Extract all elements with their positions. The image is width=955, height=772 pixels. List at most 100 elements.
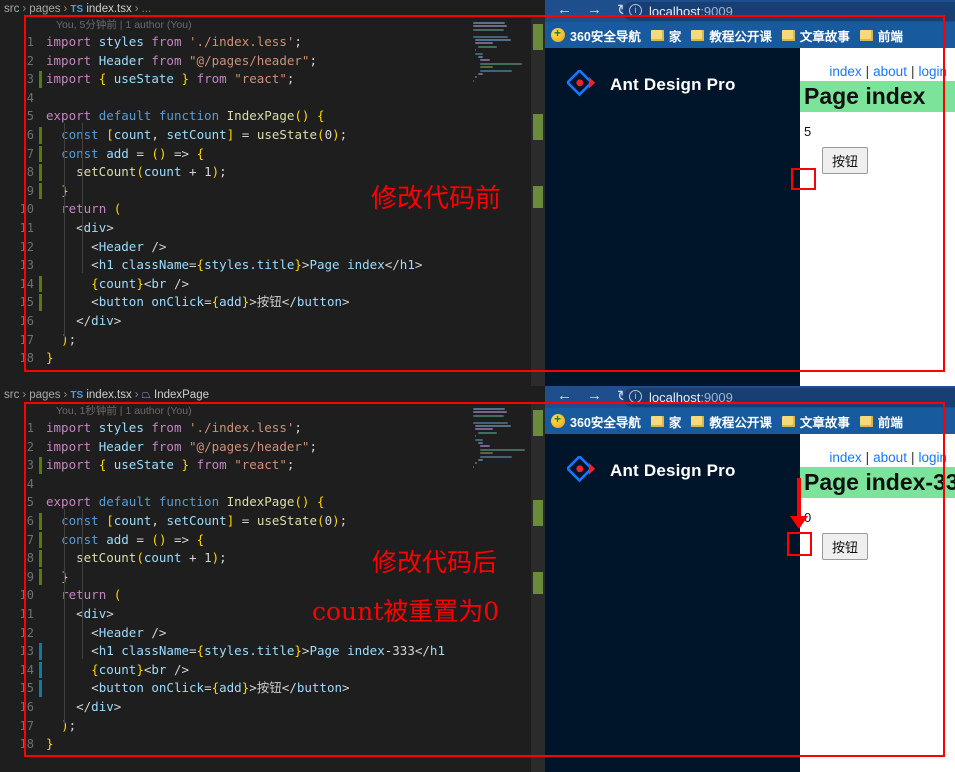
line-number: 9	[26, 569, 34, 584]
code-area-bottom[interactable]: 1 import styles from './index.less'; 2 impo…	[0, 404, 545, 772]
nav-link-about[interactable]: about	[873, 64, 907, 79]
breadcrumb-file[interactable]: index.tsx	[86, 389, 131, 401]
bookmark-label: 360安全导航	[570, 415, 641, 430]
code-text: }	[46, 736, 54, 752]
code-line[interactable]: 3 import { useState } from "react";	[0, 456, 469, 475]
code-line[interactable]: 17 );	[0, 331, 469, 350]
app-content-bottom: index | about | login Page index-333 0 按钮	[800, 434, 955, 772]
line-number: 1	[26, 35, 34, 49]
code-text: </div>	[76, 698, 122, 714]
bookmark-item[interactable]: 家	[650, 412, 681, 431]
app-content-top: index | about | login Page index 5 按钮	[800, 48, 955, 386]
bookmark-item[interactable]: 360安全导航	[551, 412, 641, 431]
code-text: return (	[61, 587, 122, 603]
code-line[interactable]: 2 import Header from "@/pages/header";	[0, 438, 469, 457]
bookmark-item[interactable]: 家	[650, 26, 681, 45]
app-sidebar-top: Ant Design Pro	[545, 48, 800, 386]
nav-link-about[interactable]: about	[873, 450, 907, 465]
code-line[interactable]: 4	[0, 89, 469, 108]
code-line[interactable]: 7 const add = () => {	[0, 145, 469, 164]
code-line[interactable]: 6 const [count, setCount] = useState(0);	[0, 512, 469, 531]
info-circle-icon[interactable]: i	[629, 390, 642, 403]
line-number: 14	[19, 662, 34, 677]
bookmarks-bar-bottom[interactable]: 360安全导航 家 教程公开课 文章故事 前端	[545, 408, 955, 434]
annotation-after-label: 修改代码后	[372, 548, 498, 577]
code-line[interactable]: 13 <h1 className={styles.title}>Page ind…	[0, 256, 469, 275]
code-text: <div>	[76, 219, 114, 235]
breadcrumb-pages[interactable]: pages	[29, 3, 60, 15]
bookmark-item[interactable]: 文章故事	[781, 412, 850, 431]
url-host: localhost	[649, 4, 701, 19]
code-line[interactable]: 16 </div>	[0, 312, 469, 331]
code-line[interactable]: 14 {count}<br />	[0, 661, 469, 680]
breadcrumb-bottom[interactable]: src › pages › TS index.tsx › ⏢ IndexPage	[0, 386, 545, 404]
code-line[interactable]: 16 </div>	[0, 698, 469, 717]
info-circle-icon[interactable]: i	[629, 4, 642, 17]
code-line[interactable]: 11 <div>	[0, 219, 469, 238]
minimap-line	[475, 462, 478, 465]
bookmark-item[interactable]: 教程公开课	[691, 412, 772, 431]
bookmark-item[interactable]: 文章故事	[781, 26, 850, 45]
bookmark-item[interactable]: 360安全导航	[551, 26, 641, 45]
bookmark-item[interactable]: 教程公开课	[691, 26, 772, 45]
code-line[interactable]: 13 <h1 className={styles.title}>Page ind…	[0, 642, 469, 661]
code-line[interactable]: 6 const [count, setCount] = useState(0);	[0, 126, 469, 145]
page-nav-bottom[interactable]: index | about | login	[800, 434, 955, 467]
code-line[interactable]: 5 export default function IndexPage() {	[0, 107, 469, 126]
back-icon[interactable]: ←	[557, 1, 572, 18]
git-added-marker	[39, 71, 42, 88]
bookmark-label: 前端	[877, 415, 903, 430]
breadcrumb-src[interactable]: src	[4, 389, 19, 401]
minimap-line	[473, 411, 508, 414]
code-editor-before: src › pages › TS index.tsx ›... 1 import style…	[0, 0, 545, 386]
code-line[interactable]: 15 <button onClick={add}>按钮</button>	[0, 293, 469, 312]
url-bar-top[interactable]: localhost:9009	[623, 2, 955, 21]
code-line[interactable]: 15 <button onClick={add}>按钮</button>	[0, 679, 469, 698]
line-number: 14	[19, 276, 34, 291]
chevron-right-icon: ›	[134, 389, 139, 401]
forward-icon[interactable]: →	[587, 387, 602, 404]
folder-icon	[650, 29, 664, 41]
breadcrumb-symbol[interactable]: IndexPage	[154, 389, 209, 401]
minimap-line	[473, 414, 505, 417]
breadcrumb-top[interactable]: src › pages › TS index.tsx ›...	[0, 0, 545, 18]
code-line[interactable]: 4	[0, 475, 469, 494]
code-line[interactable]: 3 import { useState } from "react";	[0, 70, 469, 89]
bookmark-item[interactable]: 前端	[859, 412, 903, 431]
git-added-marker	[39, 550, 42, 567]
code-line[interactable]: 2 import Header from "@/pages/header";	[0, 52, 469, 71]
git-added-marker	[39, 294, 42, 311]
bookmark-item[interactable]: 前端	[859, 26, 903, 45]
back-icon[interactable]: ←	[557, 387, 572, 404]
shield-icon	[551, 412, 565, 428]
code-line[interactable]: 18}	[0, 735, 469, 754]
url-bar-bottom[interactable]: localhost:9009	[623, 388, 955, 407]
nav-link-index[interactable]: index	[829, 450, 861, 465]
breadcrumb-pages[interactable]: pages	[29, 389, 60, 401]
breadcrumb-more[interactable]: ...	[142, 3, 152, 15]
code-text: import styles from './index.less';	[46, 420, 302, 435]
code-line[interactable]: 1 import styles from './index.less';	[0, 419, 469, 438]
minimap-bottom[interactable]	[469, 404, 531, 772]
nav-link-index[interactable]: index	[829, 64, 861, 79]
code-line[interactable]: 17 );	[0, 717, 469, 736]
code-line[interactable]: 12 <Header />	[0, 238, 469, 257]
page-nav-top[interactable]: index | about | login	[800, 48, 955, 81]
scrollbar-top[interactable]	[531, 18, 545, 386]
increment-button-top[interactable]: 按钮	[822, 147, 869, 174]
line-number: 2	[26, 439, 34, 454]
breadcrumb-file[interactable]: index.tsx	[86, 3, 131, 15]
code-line[interactable]: 14 {count}<br />	[0, 275, 469, 294]
scrollbar-bottom[interactable]	[531, 404, 545, 772]
nav-link-login[interactable]: login	[918, 64, 947, 79]
code-line[interactable]: 18}	[0, 349, 469, 368]
code-line[interactable]: 5 export default function IndexPage() {	[0, 493, 469, 512]
code-text: <h1 className={styles.title}>Page index<…	[91, 257, 423, 273]
increment-button-bottom[interactable]: 按钮	[822, 533, 869, 560]
forward-icon[interactable]: →	[587, 1, 602, 18]
bookmarks-bar-top[interactable]: 360安全导航 家 教程公开课 文章故事 前端	[545, 22, 955, 48]
code-line[interactable]: 1 import styles from './index.less';	[0, 33, 469, 52]
nav-sep: |	[910, 64, 915, 79]
nav-link-login[interactable]: login	[918, 450, 947, 465]
breadcrumb-src[interactable]: src	[4, 3, 19, 15]
